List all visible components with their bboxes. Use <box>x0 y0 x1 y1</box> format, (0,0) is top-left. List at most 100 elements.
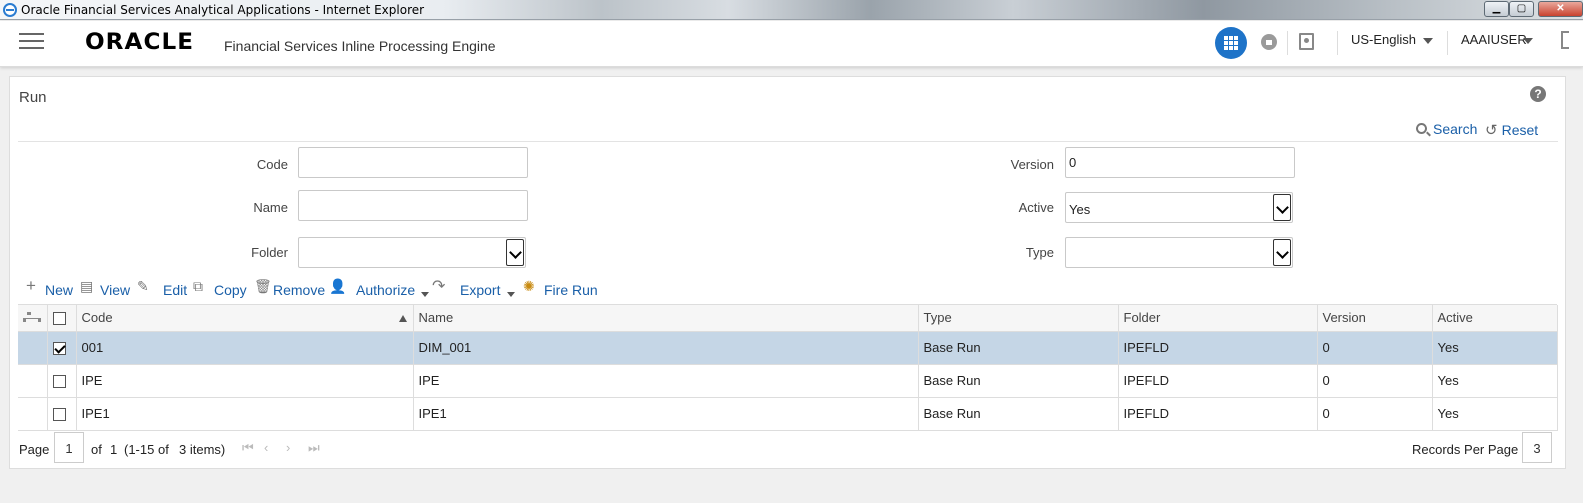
help-icon[interactable]: ? <box>1530 86 1546 102</box>
table-row[interactable]: 001 DIM_001 Base Run IPEFLD 0 Yes <box>18 331 1558 365</box>
authorize-icon[interactable]: 👤 <box>329 278 346 295</box>
cell-active: Yes <box>1432 364 1558 398</box>
name-label: Name <box>253 200 288 215</box>
cell-type: Base Run <box>918 331 1119 365</box>
new-button[interactable]: New <box>45 282 73 298</box>
header-divider <box>1447 31 1448 55</box>
column-header-folder[interactable]: Folder <box>1118 305 1318 332</box>
select-all-checkbox[interactable] <box>52 312 66 326</box>
code-input[interactable] <box>298 147 528 178</box>
chevron-down-icon[interactable] <box>506 239 524 266</box>
page-number-input[interactable]: 1 <box>54 432 84 463</box>
column-header-code[interactable]: Code <box>76 305 414 332</box>
hamburger-menu-icon[interactable] <box>19 33 44 51</box>
first-page-icon[interactable]: ⏮ <box>242 440 254 456</box>
copy-icon[interactable]: ⧉ <box>193 278 203 295</box>
next-page-icon[interactable]: › <box>286 440 290 455</box>
last-page-icon[interactable]: ⏭ <box>308 440 320 456</box>
contacts-book-icon[interactable] <box>1299 33 1314 50</box>
column-header-label: Type <box>923 310 952 326</box>
export-icon[interactable]: ↷ <box>432 276 445 296</box>
column-header-version[interactable]: Version <box>1317 305 1433 332</box>
type-select[interactable] <box>1065 237 1293 268</box>
cell-version: 0 <box>1317 397 1433 431</box>
column-header-label: Code <box>81 310 113 326</box>
minimize-button[interactable]: ▁ <box>1484 1 1509 17</box>
search-icon <box>1416 123 1427 134</box>
column-header-label: Name <box>418 310 454 326</box>
fire-run-icon[interactable]: ✺ <box>523 278 535 295</box>
chevron-down-icon[interactable] <box>1423 38 1433 44</box>
column-header-label: Version <box>1322 310 1366 326</box>
row-checkbox[interactable] <box>52 408 66 422</box>
total-pages: 1 <box>110 442 118 457</box>
page-label: Page <box>19 442 50 457</box>
header-divider <box>1337 31 1338 55</box>
page-title: Run <box>19 89 47 106</box>
cell-type: Base Run <box>918 364 1119 398</box>
applications-grid-icon[interactable] <box>1215 27 1247 59</box>
authorize-button[interactable]: Authorize <box>356 282 415 298</box>
cell-name: IPE <box>413 364 919 398</box>
sort-ascending-icon[interactable] <box>398 315 407 322</box>
chevron-down-icon[interactable] <box>1273 239 1291 266</box>
lock-icon[interactable] <box>1261 34 1277 50</box>
row-select-cell[interactable] <box>47 397 77 431</box>
close-window-button[interactable]: ✕ <box>1538 1 1583 17</box>
row-spacer <box>18 364 48 398</box>
plus-icon[interactable]: + <box>26 276 36 296</box>
records-per-page-input[interactable]: 3 <box>1522 432 1552 463</box>
cell-name: DIM_001 <box>413 331 919 365</box>
hierarchy-column-header[interactable] <box>18 305 48 332</box>
row-select-cell[interactable] <box>47 364 77 398</box>
app-header: ORACLE Financial Services Inline Process… <box>0 21 1583 67</box>
cell-active: Yes <box>1432 331 1558 365</box>
remove-button[interactable]: Remove <box>273 282 325 298</box>
search-button[interactable]: Search <box>1416 121 1477 137</box>
reset-button[interactable]: ↺ Reset <box>1485 121 1538 139</box>
code-label: Code <box>256 157 288 172</box>
edit-icon[interactable]: ✎ <box>137 278 149 295</box>
previous-page-icon[interactable]: ‹ <box>264 440 268 455</box>
range-label: (1-15 of <box>124 442 169 457</box>
runs-table: Code Name Type Folder Version Active 001… <box>18 304 1558 431</box>
row-select-cell[interactable] <box>47 331 77 365</box>
fire-run-button[interactable]: Fire Run <box>544 282 598 298</box>
view-icon[interactable]: ▤ <box>80 278 93 295</box>
active-select[interactable]: Yes <box>1065 192 1293 223</box>
version-label: Version <box>1010 157 1054 172</box>
name-input[interactable] <box>298 190 528 221</box>
table-header-row: Code Name Type Folder Version Active <box>18 305 1558 332</box>
export-button[interactable]: Export <box>460 282 500 298</box>
header-divider <box>1287 31 1288 55</box>
language-selector[interactable]: US-English <box>1351 32 1416 47</box>
maximize-button[interactable]: ▢ <box>1509 1 1534 17</box>
view-button[interactable]: View <box>100 282 130 298</box>
user-menu[interactable]: AAAIUSER <box>1461 32 1527 47</box>
cell-version: 0 <box>1317 364 1433 398</box>
oracle-logo: ORACLE <box>85 30 195 55</box>
version-input[interactable] <box>1065 147 1295 178</box>
chevron-down-icon[interactable] <box>421 292 429 297</box>
folder-select[interactable] <box>298 237 526 268</box>
row-checkbox[interactable] <box>52 342 66 356</box>
edit-button[interactable]: Edit <box>163 282 187 298</box>
run-panel: Run ? Search ↺ Reset Code Name Folder Ver… <box>9 76 1566 469</box>
select-all-header[interactable] <box>47 305 77 332</box>
table-row[interactable]: IPE1 IPE1 Base Run IPEFLD 0 Yes <box>18 397 1558 431</box>
table-row[interactable]: IPE IPE Base Run IPEFLD 0 Yes <box>18 364 1558 398</box>
side-panel-toggle-icon[interactable] <box>1561 31 1569 49</box>
cell-folder: IPEFLD <box>1118 397 1318 431</box>
row-checkbox[interactable] <box>52 375 66 389</box>
cell-version: 0 <box>1317 331 1433 365</box>
column-header-active[interactable]: Active <box>1432 305 1558 332</box>
trash-icon[interactable]: 🗑 <box>254 278 272 295</box>
chevron-down-icon[interactable] <box>1273 194 1291 221</box>
chevron-down-icon[interactable] <box>507 292 515 297</box>
column-header-type[interactable]: Type <box>918 305 1119 332</box>
copy-button[interactable]: Copy <box>214 282 247 298</box>
window-titlebar: Oracle Financial Services Analytical App… <box>0 0 1583 20</box>
cell-folder: IPEFLD <box>1118 331 1318 365</box>
column-header-name[interactable]: Name <box>413 305 919 332</box>
chevron-down-icon[interactable] <box>1523 38 1533 44</box>
